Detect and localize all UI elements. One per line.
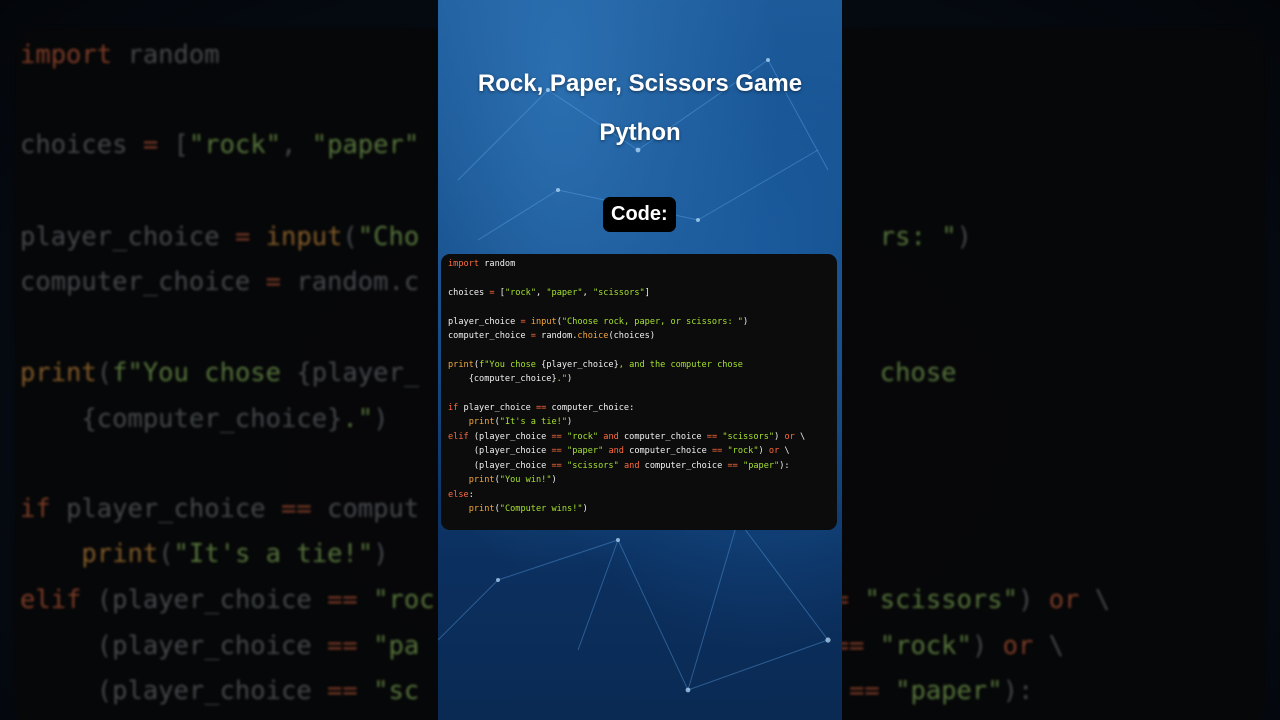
code-token: ) — [567, 417, 573, 428]
code-token: or — [784, 431, 795, 442]
code-token: ) — [774, 431, 785, 442]
code-token: == — [551, 446, 562, 457]
code-token: print — [448, 359, 474, 370]
code-token: ) — [758, 446, 769, 457]
code-token: {computer_choice} — [448, 374, 557, 385]
code-token: (player_choice — [468, 431, 552, 442]
code-token: player_choice — [448, 316, 521, 327]
code-token: (player_choice — [448, 446, 552, 457]
code-token: "rock" — [504, 287, 536, 298]
code-label: Code: — [603, 197, 676, 232]
code-token: choice — [577, 331, 609, 342]
code-token: if — [448, 403, 459, 414]
code-token: random. — [535, 331, 578, 342]
code-token: "It's a tie!" — [499, 417, 568, 428]
code-token: and — [603, 431, 619, 442]
code-token: ): — [779, 460, 790, 471]
code-token: print — [468, 417, 495, 428]
code-token: == — [551, 460, 562, 471]
code-token: \ — [779, 446, 790, 457]
code-token: input — [530, 316, 557, 327]
code-line: if player_choice == computer_choice: — [448, 401, 805, 415]
code-block: import random choices = ["rock", "paper"… — [441, 254, 837, 530]
code-line: (player_choice == "paper" and computer_c… — [448, 444, 805, 458]
code-token: "scissors" — [567, 460, 619, 471]
code-token: == — [551, 431, 562, 442]
code-token: \ — [794, 431, 806, 442]
code-token: , — [536, 287, 547, 298]
code-line: choices = ["rock", "paper", "scissors"] — [448, 286, 805, 300]
code-line: computer_choice = random.choice(choices) — [448, 329, 805, 343]
code-token: computer_choice — [618, 431, 707, 442]
code-token: else — [448, 489, 469, 500]
code-token: computer_choice: — [546, 403, 635, 414]
code-token: "paper" — [567, 446, 604, 457]
code-token: print — [468, 475, 495, 486]
code-token: "paper" — [546, 287, 583, 298]
code-line: import random — [448, 257, 805, 271]
code-token: == — [706, 431, 718, 442]
code-line: player_choice = input("Choose rock, pape… — [448, 315, 805, 329]
code-token: , — [582, 287, 593, 298]
code-token: ] — [644, 287, 650, 298]
title-line-2: Python — [599, 119, 681, 146]
code-token: "You win!" — [499, 475, 552, 486]
code-token: player_choice — [458, 403, 536, 414]
code-token: == — [535, 403, 547, 414]
code-token: and — [608, 446, 624, 457]
title-line-1: Rock, Paper, Scissors Game — [477, 70, 803, 97]
code-token: , and the computer chose — [618, 359, 743, 370]
code-line: print("Computer wins!") — [448, 502, 805, 516]
code-token: ) — [567, 374, 573, 385]
code-token: ) — [582, 503, 588, 514]
code-line: else: — [448, 488, 805, 502]
code-token: "scissors" — [592, 287, 645, 298]
code-token: == — [727, 460, 738, 471]
code-token: computer_choice — [448, 331, 531, 342]
code-token: "paper" — [743, 460, 780, 471]
code-line: print("You win!") — [448, 473, 805, 487]
code-line: (player_choice == "scissors" and compute… — [448, 459, 805, 473]
code-line: {computer_choice}.") — [448, 372, 805, 386]
code-token: {player_choice} — [541, 359, 619, 370]
code-token: ) — [551, 475, 557, 486]
code-token: elif — [448, 431, 469, 442]
code-token: (player_choice — [448, 460, 552, 471]
code-token: random — [479, 259, 516, 269]
code-token: "rock" — [567, 431, 599, 442]
code-token: import — [448, 259, 480, 269]
code-token: or — [768, 446, 780, 457]
code-token: : — [468, 489, 474, 500]
code-line: print(f"You chose {player_choice}, and t… — [448, 358, 805, 372]
code-token: print — [468, 503, 495, 514]
code-token: ." — [556, 374, 568, 385]
code-token: (choices) — [608, 331, 656, 342]
code-line: elif (player_choice == "rock" and comput… — [448, 430, 805, 444]
video-frame: Rock, Paper, Scissors Game Python Code: … — [438, 0, 842, 720]
code-token: computer_choice — [623, 446, 712, 457]
code-line: print("It's a tie!") — [448, 415, 805, 429]
code-token: choices — [448, 287, 490, 298]
code-token: and — [623, 460, 640, 471]
code-token: ) — [742, 316, 749, 327]
code-token: == — [711, 446, 723, 457]
code-token: computer_choice — [639, 460, 728, 471]
code-token: [ — [494, 287, 505, 298]
code-token: "rock" — [727, 446, 759, 457]
code-text: import random choices = ["rock", "paper"… — [448, 257, 805, 516]
code-token: "Choose rock, paper, or scissors: " — [561, 316, 743, 327]
code-token: "Computer wins!" — [499, 503, 583, 514]
code-token: f"You chose — [479, 359, 542, 370]
code-token: "scissors" — [722, 431, 775, 442]
